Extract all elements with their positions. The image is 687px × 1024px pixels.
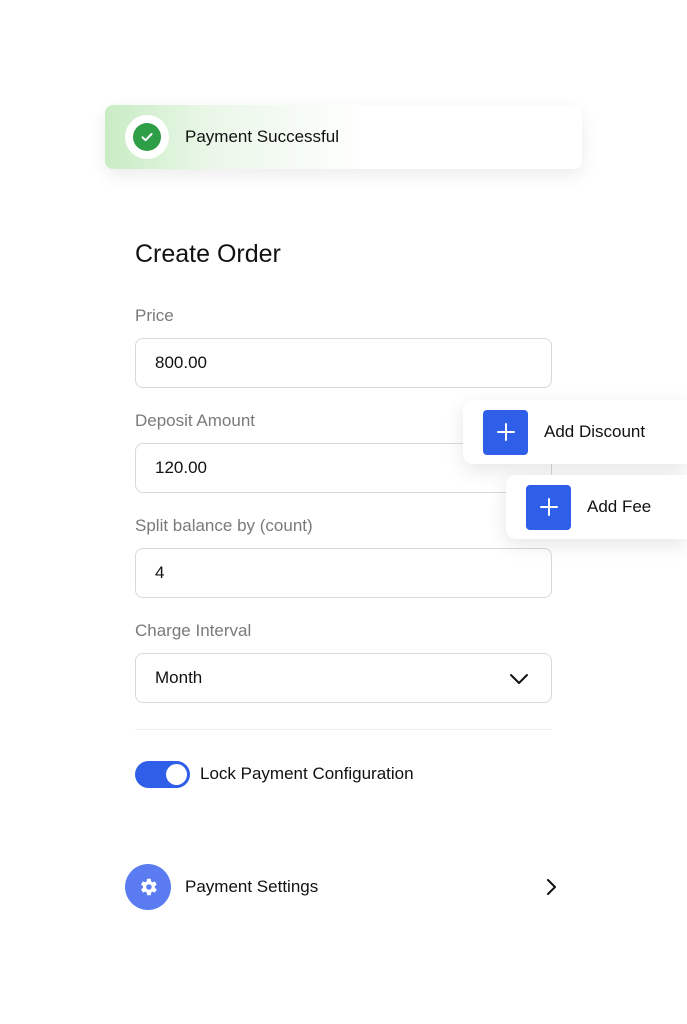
split-balance-label: Split balance by (count) [135,516,313,535]
add-fee-label: Add Fee [587,497,652,516]
price-value: 800.00 [155,353,207,372]
deposit-amount-label: Deposit Amount [135,411,256,430]
chevron-right-icon [547,879,556,895]
add-discount-button[interactable]: Add Discount [463,400,687,464]
split-balance-input[interactable]: 4 [135,548,552,598]
chevron-down-icon [510,674,528,684]
price-input[interactable]: 800.00 [135,338,552,388]
add-discount-label: Add Discount [544,422,646,441]
price-label: Price [135,306,174,325]
section-divider [135,729,552,730]
charge-interval-label: Charge Interval [135,621,252,640]
charge-interval-select[interactable]: Month [135,653,552,703]
page: Payment Successful Create Order Price 80… [0,0,687,1024]
lock-payment-label: Lock Payment Configuration [200,764,414,783]
toast-message: Payment Successful [185,127,340,146]
page-title: Create Order [135,240,281,268]
charge-interval-value: Month [155,668,203,687]
split-balance-value: 4 [155,563,165,582]
toast-icon-ring [125,115,169,159]
add-fee-button[interactable]: Add Fee [506,475,687,539]
plus-icon [526,484,571,530]
payment-success-toast: Payment Successful [105,105,582,169]
lock-payment-toggle[interactable] [135,761,190,788]
gear-icon [125,864,171,910]
payment-settings-label: Payment Settings [185,877,319,896]
payment-settings-row[interactable]: Payment Settings [125,864,565,910]
toggle-knob [166,764,187,785]
check-circle-icon [133,123,161,151]
plus-icon [483,409,528,455]
deposit-amount-value: 120.00 [155,458,207,477]
